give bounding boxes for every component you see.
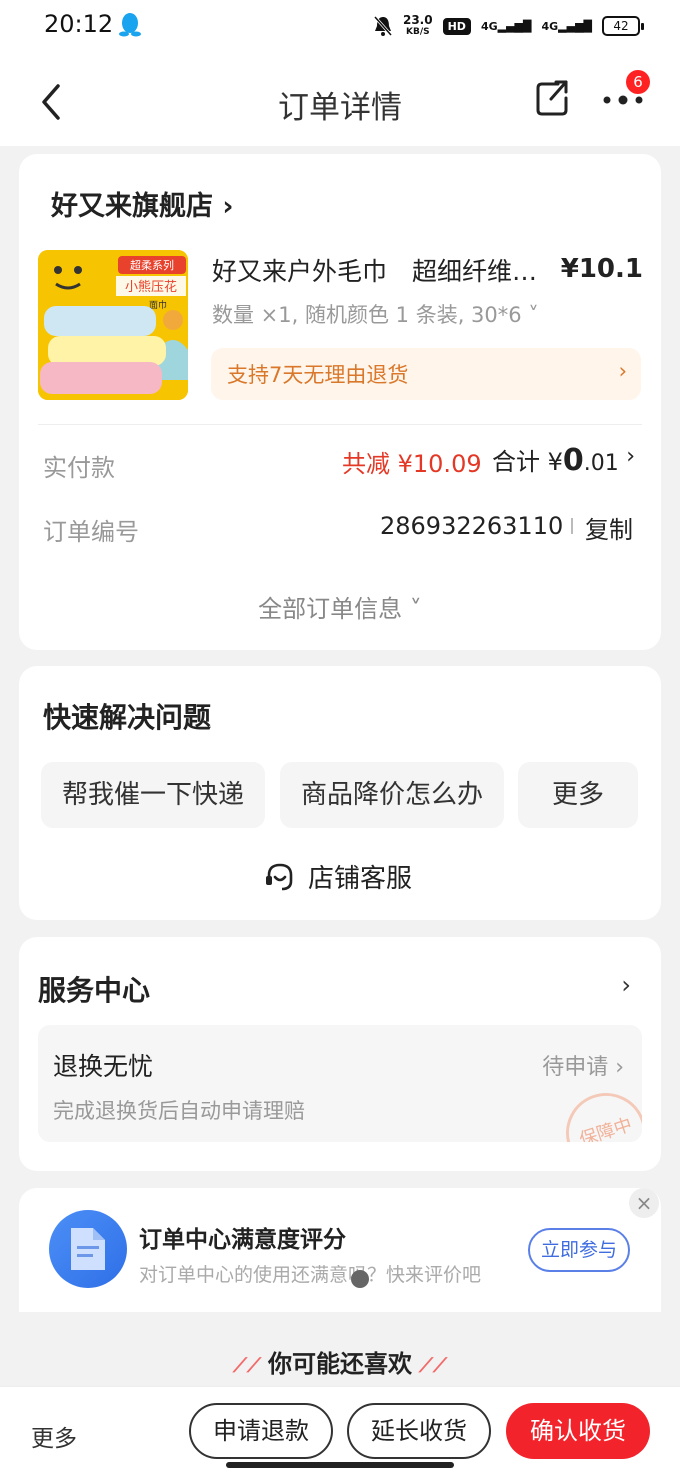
more-dots-icon[interactable] (602, 92, 644, 108)
more-chip[interactable]: 更多 (518, 762, 638, 828)
service-item[interactable]: 退换无忧 完成退换货后自动申请理赔 待申请 › 保障中 (38, 1025, 642, 1142)
signal-icon: 4G▂▄▆█ (480, 19, 532, 33)
quick-solve-card: 快速解决问题 帮我催一下快递 商品降价怎么办 更多 店铺客服 (19, 666, 661, 920)
svg-text:小熊压花: 小熊压花 (125, 279, 177, 295)
bottom-action-bar: 更多 申请退款 延长收货 确认收货 (0, 1386, 680, 1473)
shop-name-link[interactable]: 好又来旗舰店 › (51, 184, 234, 223)
protection-stamp: 保障中 (555, 1082, 642, 1142)
network-speed: 23.0 KB/S (402, 13, 433, 37)
qq-penguin-icon (119, 13, 141, 37)
svg-text:超柔系列: 超柔系列 (130, 258, 174, 272)
headset-icon (266, 863, 293, 890)
page-title: 订单详情 (278, 90, 402, 126)
service-center-card: 服务中心 › 退换无忧 完成退换货后自动申请理赔 待申请 › 保障中 (19, 937, 661, 1171)
more-actions-button[interactable]: 更多 (31, 1419, 77, 1453)
document-icon (49, 1210, 127, 1288)
extend-receipt-button[interactable]: 延长收货 (347, 1403, 491, 1459)
chevron-right-icon[interactable]: › (626, 444, 635, 469)
close-icon[interactable]: × (629, 1188, 659, 1218)
request-refund-button[interactable]: 申请退款 (189, 1403, 333, 1459)
status-time: 20:12 (44, 10, 114, 38)
signal-icon-2: 4G▂▄▆█ (541, 19, 592, 33)
confirm-receipt-button[interactable]: 确认收货 (506, 1403, 650, 1459)
home-indicator[interactable] (226, 1462, 454, 1468)
service-center-title: 服务中心 (38, 974, 151, 1007)
total-amount[interactable]: 合计 ¥0.01 (492, 442, 619, 478)
status-bar: 20:12 23.0 KB/S HD 4G▂▄▆█ 4G▂▄▆█ 42 (0, 0, 680, 56)
customer-service-label: 店铺客服 (308, 864, 413, 894)
store-customer-service-button[interactable]: 店铺客服 (264, 858, 412, 895)
quick-solve-title: 快速解决问题 (43, 701, 212, 734)
towel-image: 超柔系列 小熊压花 面巾 (38, 250, 188, 400)
hd-icon: HD (442, 17, 471, 35)
copy-button[interactable]: 复制 (585, 510, 633, 545)
battery-icon: 42 (602, 16, 644, 36)
separator (571, 518, 573, 534)
chevron-right-icon: › (618, 359, 627, 383)
status-icons: 23.0 KB/S HD 4G▂▄▆█ 4G▂▄▆█ 42 (373, 12, 644, 40)
bell-muted-icon (373, 16, 393, 36)
urge-delivery-chip[interactable]: 帮我催一下快递 (41, 762, 265, 828)
product-price: ¥10.1 (560, 254, 643, 284)
order-number-label: 订单编号 (43, 518, 139, 546)
chevron-right-icon[interactable]: › (621, 971, 631, 999)
survey-title: 订单中心满意度评分 (139, 1227, 346, 1253)
survey-banner: 订单中心满意度评分 对订单中心的使用还满意吗？快来评价吧 立即参与 × (19, 1188, 661, 1312)
share-icon[interactable] (534, 78, 570, 118)
product-name[interactable]: 好又来户外毛巾 超细纤维… (212, 252, 537, 288)
service-item-status: 待申请 › (542, 1055, 624, 1080)
order-card: 好又来旗舰店 › 超柔系列 小熊压花 面巾 好又来户外毛巾 超细纤维… ¥10.… (19, 154, 661, 650)
survey-subtitle: 对订单中心的使用还满意吗？快来评价吧 (139, 1264, 482, 1286)
return-policy-text: 支持7天无理由退货 (227, 363, 409, 387)
service-item-name: 退换无忧 (53, 1052, 154, 1081)
service-item-desc: 完成退换货后自动申请理赔 (53, 1099, 305, 1123)
return-policy-banner[interactable]: 支持7天无理由退货 › (211, 348, 641, 400)
divider (38, 424, 642, 425)
all-order-info-toggle[interactable]: 全部订单信息 ˅ (19, 589, 661, 624)
product-spec[interactable]: 数量 ×1, 随机颜色 1 条装, 30*6 ˅ (212, 299, 539, 329)
product-thumbnail[interactable]: 超柔系列 小熊压花 面巾 (38, 250, 188, 400)
order-number: 286932263110 (380, 512, 564, 540)
carousel-dot (351, 1270, 369, 1288)
price-drop-chip[interactable]: 商品降价怎么办 (280, 762, 504, 828)
recommendation-heading: ⟋⟋ 你可能还喜欢 ⟋⟋ (233, 1350, 447, 1378)
nav-header: 订单详情 6 (0, 56, 680, 146)
join-survey-button[interactable]: 立即参与 (528, 1228, 630, 1272)
notification-badge: 6 (626, 70, 650, 94)
discount-amount: 共减 ¥10.09 (342, 450, 482, 478)
paid-label: 实付款 (43, 454, 115, 482)
